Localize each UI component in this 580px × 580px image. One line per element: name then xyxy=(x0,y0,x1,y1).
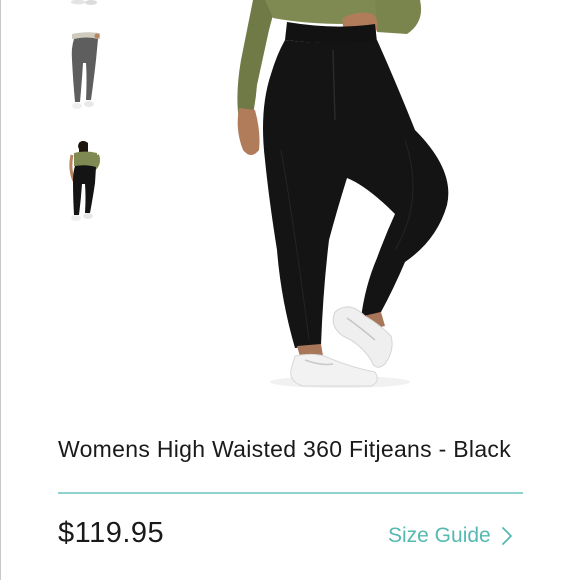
product-price: $119.95 xyxy=(58,517,165,549)
thumbnail-grey-leggings[interactable] xyxy=(60,30,110,112)
product-page: Womens High Waisted 360 Fitjeans - Black… xyxy=(0,0,580,580)
chevron-right-icon xyxy=(501,526,513,546)
product-title: Womens High Waisted 360 Fitjeans - Black xyxy=(58,436,512,462)
thumbnail-black-leggings-olive-top[interactable] xyxy=(60,139,110,223)
main-product-image[interactable] xyxy=(225,0,465,392)
title-divider xyxy=(58,492,523,494)
left-border xyxy=(0,0,1,580)
thumbnail-white-shoes[interactable] xyxy=(60,0,110,8)
size-guide-label: Size Guide xyxy=(388,524,491,547)
size-guide-link[interactable]: Size Guide xyxy=(388,522,513,550)
